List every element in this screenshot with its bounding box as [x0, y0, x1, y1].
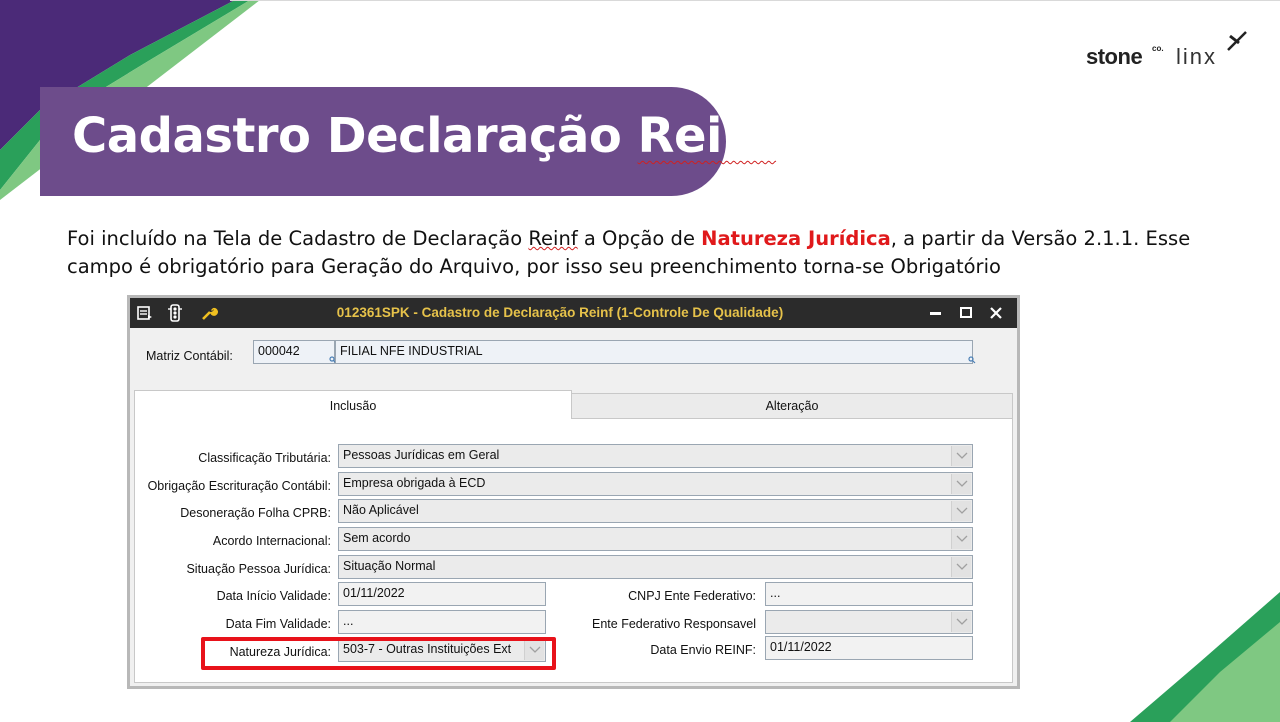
- data-inicio-label: Data Início Validade:: [216, 589, 331, 603]
- desoneracao-select[interactable]: Não Aplicável: [338, 499, 973, 523]
- situacao-value: Situação Normal: [343, 559, 436, 573]
- ente-resp-select[interactable]: [765, 610, 973, 634]
- tab-inclusao[interactable]: Inclusão: [134, 390, 572, 422]
- dropdown-button[interactable]: [951, 529, 971, 549]
- top-divider: [230, 0, 1280, 1]
- natureza-highlight-box: [201, 637, 556, 670]
- desoneracao-label: Desoneração Folha CPRB:: [180, 506, 331, 520]
- tab-alteracao-label: Alteração: [765, 399, 819, 413]
- classificacao-label: Classificação Tributária:: [198, 451, 331, 465]
- tab-inclusao-label: Inclusão: [329, 399, 377, 413]
- acordo-label: Acordo Internacional:: [212, 534, 331, 548]
- matriz-label: Matriz Contábil:: [146, 349, 233, 363]
- body-reinf-word: Reinf: [528, 227, 578, 250]
- ente-resp-label: Ente Federativo Responsavel: [592, 617, 756, 631]
- situacao-label: Situação Pessoa Jurídica:: [186, 562, 331, 576]
- body-highlight: Natureza Jurídica: [701, 227, 891, 250]
- wrench-icon[interactable]: [200, 304, 218, 322]
- dropdown-button[interactable]: [951, 501, 971, 521]
- chevron-down-icon: [956, 452, 968, 459]
- menu-icon[interactable]: [136, 304, 154, 322]
- dropdown-button[interactable]: [951, 557, 971, 577]
- cnpj-ente-field[interactable]: ...: [765, 582, 973, 606]
- obrigacao-label: Obrigação Escrituração Contábil:: [147, 479, 331, 493]
- slide-title: Cadastro Declaração Reinf: [72, 108, 777, 164]
- dropdown-button[interactable]: [951, 474, 971, 494]
- classificacao-value: Pessoas Jurídicas em Geral: [343, 448, 500, 462]
- data-fim-label: Data Fim Validade:: [225, 617, 331, 631]
- matriz-name-field[interactable]: FILIAL NFE INDUSTRIAL: [335, 340, 973, 364]
- data-fim-field[interactable]: ...: [338, 610, 546, 634]
- acordo-select[interactable]: Sem acordo: [338, 527, 973, 551]
- dropdown-button[interactable]: [951, 612, 971, 632]
- corner-decoration-bottom-right: [1130, 592, 1280, 722]
- data-envio-field[interactable]: 01/11/2022: [765, 636, 973, 660]
- body-part2: a Opção de: [577, 227, 702, 250]
- app-window: 012361SPK - Cadastro de Declaração Reinf…: [127, 295, 1020, 689]
- stone-linx-logo: stone co. linx: [1086, 30, 1256, 75]
- linx-mark-icon: [1227, 31, 1247, 51]
- logo-co-text: co.: [1152, 44, 1164, 53]
- title-prefix: Cadastro Declaração: [72, 108, 638, 164]
- obrigacao-select[interactable]: Empresa obrigada à ECD: [338, 472, 973, 496]
- description-text: Foi incluído na Tela de Cadastro de Decl…: [67, 225, 1217, 281]
- acordo-value: Sem acordo: [343, 531, 411, 545]
- chevron-down-icon: [956, 535, 968, 542]
- data-inicio-field[interactable]: 01/11/2022: [338, 582, 546, 606]
- tab-alteracao[interactable]: Alteração: [571, 393, 1013, 419]
- maximize-icon[interactable]: [956, 303, 976, 323]
- situacao-select[interactable]: Situação Normal: [338, 555, 973, 579]
- window-titlebar: 012361SPK - Cadastro de Declaração Reinf…: [130, 298, 1017, 328]
- body-part1: Foi incluído na Tela de Cadastro de Decl…: [67, 227, 529, 250]
- title-squiggle-word: Reinf: [637, 108, 777, 164]
- data-envio-label: Data Envio REINF:: [650, 643, 756, 657]
- chevron-down-icon: [956, 618, 968, 625]
- chevron-down-icon: [956, 507, 968, 514]
- dropdown-button[interactable]: [951, 446, 971, 466]
- search-icon[interactable]: [968, 356, 976, 364]
- chevron-down-icon: [956, 480, 968, 487]
- logo-linx-text: linx: [1176, 44, 1218, 69]
- window-title: 012361SPK - Cadastro de Declaração Reinf…: [336, 305, 784, 320]
- matriz-code-field[interactable]: 000042: [253, 340, 335, 364]
- logo-stone-text: stone: [1086, 44, 1143, 69]
- chevron-down-icon: [956, 563, 968, 570]
- classificacao-select[interactable]: Pessoas Jurídicas em Geral: [338, 444, 973, 468]
- desoneracao-value: Não Aplicável: [343, 503, 419, 517]
- minimize-icon[interactable]: [926, 303, 946, 323]
- cnpj-ente-label: CNPJ Ente Federativo:: [628, 589, 756, 603]
- close-icon[interactable]: [986, 303, 1006, 323]
- traffic-light-icon[interactable]: [166, 304, 184, 322]
- obrigacao-value: Empresa obrigada à ECD: [343, 476, 486, 490]
